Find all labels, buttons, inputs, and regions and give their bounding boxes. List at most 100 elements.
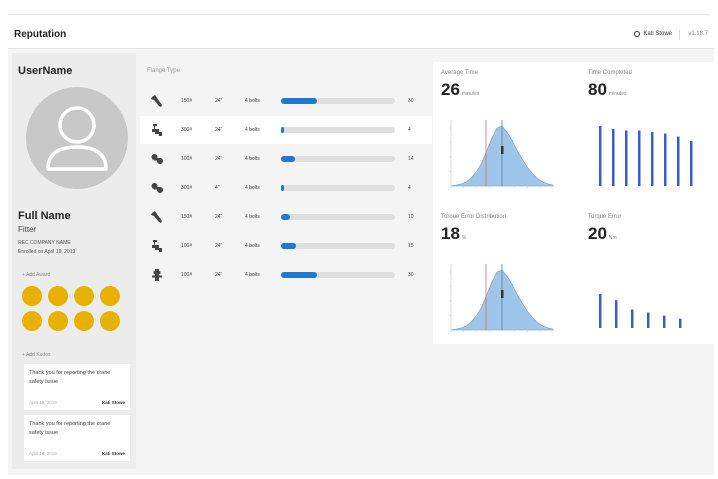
flange-count: 30 [408,272,414,278]
metrics-panel: Average Time 26 minutes Time Completed 80… [433,62,714,344]
award-badge[interactable] [48,286,68,306]
award-badge[interactable] [100,286,120,306]
progress-bar [281,243,395,249]
mean-marker [501,290,504,298]
flange-count: 30 [408,98,414,104]
progress-bar [281,98,395,104]
flange-bolts: 4 bolts [245,127,260,133]
flange-bolts: 4 bolts [245,214,260,220]
add-award-link[interactable]: + Add Award [22,272,50,278]
flange-bolts: 4 bolts [245,98,260,104]
flange-size: 24" [215,127,223,133]
time-completed-metric: Time Completed 80 minutes [588,70,632,100]
award-badge[interactable] [74,311,94,331]
flange-row[interactable]: 100# 24" 4 bolts 14 [140,145,432,173]
flange-count: 10 [408,214,414,220]
metric-label: Torque Error Distribution [441,214,507,220]
header-separator [679,30,680,40]
award-badge[interactable] [48,311,68,331]
award-badges [22,286,137,331]
flange-size: 24" [215,214,223,220]
avg-time-metric: Average Time 26 minutes [441,70,479,100]
flange-count: 4 [408,127,411,133]
progress-fill [281,156,295,162]
progress-bar [281,156,395,162]
progress-bar [281,214,395,220]
kudos-author: Kati Stowe [101,400,125,405]
kudos-date: April 18, 2019 [29,451,57,456]
avg-time-distribution-chart [449,120,554,188]
bar [638,130,641,186]
bar [690,141,693,186]
username: UserName [18,65,73,77]
flange-row[interactable]: 100# 24" 4 bolts 15 [140,232,432,260]
progress-fill [281,185,285,191]
flange-size: 24" [215,272,223,278]
metric-value: 26 [441,80,460,99]
bar [631,309,634,328]
flange-row[interactable]: 100# 24" 4 bolts 30 [140,261,432,289]
user-menu[interactable]: Kati Stowe [634,31,672,37]
kudos-date: April 18, 2019 [29,400,57,405]
add-kudos-link[interactable]: + Add Kudos [22,352,51,358]
kudos-card: Thank you for reporting the crane safety… [24,364,130,410]
flange-bolts: 4 bolts [245,156,260,162]
kudos-card: Thank you for reporting the crane safety… [24,415,130,461]
torque-dist-metric: Torque Error Distribution 18% [441,214,506,244]
flange-rating: 300# [181,127,193,133]
bar [599,294,602,328]
award-badge[interactable] [22,311,42,331]
flange-count: 14 [408,156,414,162]
flange-count: 15 [408,243,414,249]
version-label: v1.18.7 [688,31,708,37]
award-badge[interactable] [22,286,42,306]
metric-unit: minutes [461,91,480,97]
flange-size: 24" [215,156,223,162]
metric-unit: minutes [608,91,627,97]
profile-card: UserName Full Name Fitter REC COMPANY NA… [12,53,136,469]
wrench-icon [151,211,162,223]
flange-row[interactable]: 150# 24" 4 bolts 30 [140,87,432,115]
valve-icon [152,124,162,136]
flange-rating: 300# [181,185,193,191]
app-header: Reputation Kati Stowe v1.18.7 [8,22,714,49]
bar [615,300,618,328]
user-icon [634,31,641,37]
metric-label: Torque Error [588,214,622,220]
metric-label: Average Time [441,70,478,76]
user-name: Kati Stowe [643,31,672,37]
flange-row[interactable]: 150# 24" 4 bolts 10 [140,203,432,231]
flange-size: 24" [215,98,223,104]
bar [664,133,667,186]
flange-count: 4 [408,185,411,191]
metric-value: 80 [588,80,607,99]
flange-row[interactable]: 300# 24" 4 bolts 4 [140,116,432,144]
bar [677,136,680,186]
progress-fill [281,243,296,249]
award-badge[interactable] [100,311,120,331]
progress-fill [281,98,318,104]
flange-bolts: 4 bolts [245,272,260,278]
flange-size: 4" [215,185,220,191]
kudos-text: Thank you for reporting the crane safety… [29,370,111,385]
bar [625,130,628,186]
flange-row[interactable]: 300# 4" 4 bolts 4 [140,174,432,202]
metric-label: Time Completed [588,70,632,76]
torque-error-distribution-chart [449,264,554,332]
torque-error-bar-chart [599,294,682,328]
page-title: Reputation [14,29,67,40]
valve-icon [152,240,162,252]
top-divider [8,14,710,15]
pipe-icon [151,154,163,164]
flange-bolts: 4 bolts [245,185,260,191]
flange-rating: 150# [181,98,193,104]
mean-marker [501,146,504,154]
flange-bolts: 4 bolts [245,243,260,249]
metric-unit: Nm [608,235,617,241]
bar [651,132,654,186]
time-completed-bar-chart [599,126,693,186]
bar [599,126,602,186]
award-badge[interactable] [74,286,94,306]
progress-bar [281,127,395,133]
wrench-icon [151,95,162,107]
